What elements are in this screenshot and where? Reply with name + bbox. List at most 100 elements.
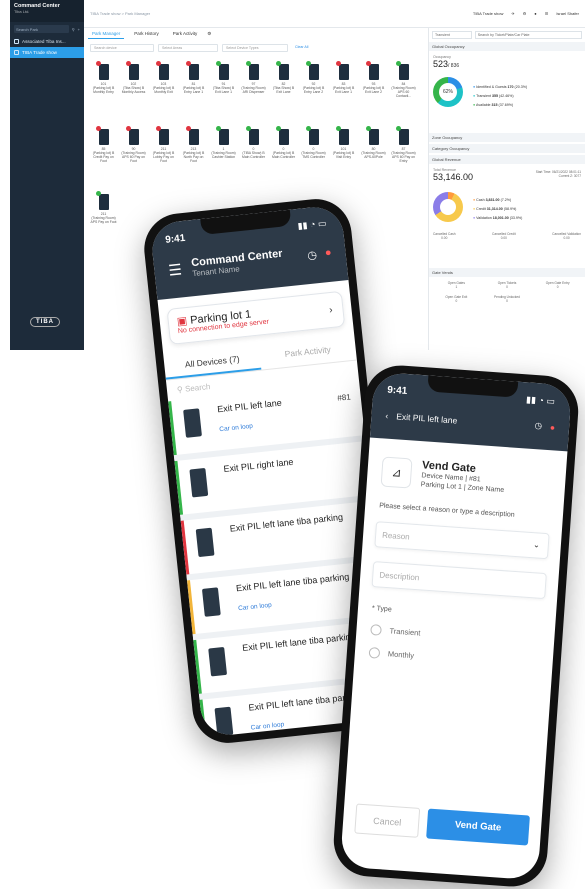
parking-lot-card[interactable]: ▣ Parking lot 1 No connection to edge se… xyxy=(166,290,346,345)
device-name: (Parking lot) B North Pay on Foot xyxy=(182,151,205,163)
panel-filters: Transient Search by Ticket/Plate/Car Pla… xyxy=(432,31,582,39)
device-tile[interactable]: 0 (TIBA Show) B Main Controller xyxy=(240,126,267,184)
device-icon xyxy=(305,61,319,80)
device-tile[interactable]: 83 (Parking lot) B Exit Lane 1 xyxy=(330,61,357,119)
device-tile[interactable]: 0 (Training Room) TMS Controller xyxy=(300,126,327,184)
tab-park-manager[interactable]: Park Manager xyxy=(88,29,125,39)
clear-all-link[interactable]: Clear All xyxy=(292,44,322,52)
device-icon xyxy=(95,191,109,210)
search-device-input[interactable]: Search device xyxy=(90,44,154,52)
legend-label: Credit xyxy=(476,207,486,211)
device-name: (TIBA Show) B Main Controller xyxy=(242,151,265,159)
legend-item: ● Credit 31,314.00 (58.9%) xyxy=(473,205,522,214)
device-icon xyxy=(275,126,289,145)
device-tile[interactable]: 213 (Parking lot) B North Pay on Foot xyxy=(180,126,207,184)
device-icon xyxy=(125,61,139,80)
device-name: (Tiba Show) B Exit Lane 1 xyxy=(212,86,235,94)
tiba-logo: TIBA xyxy=(30,317,60,327)
device-tile[interactable]: 90 (Training Room) APS 60 Pay on Foot xyxy=(120,126,147,184)
legend-dot: ● xyxy=(473,94,476,98)
device-icon xyxy=(395,61,409,80)
device-types-select[interactable]: Select Device Types xyxy=(222,44,288,52)
device-tile[interactable]: 85 (Parking lot) B Credit Pay on Foot xyxy=(90,126,117,184)
device-tile[interactable]: 93 (Parking lot) B Exit Lane 2 xyxy=(360,61,387,119)
device-tile[interactable]: 87 (Training Room) APS 60 Pay on Entry xyxy=(390,126,417,184)
bell-icon[interactable]: ● xyxy=(534,11,536,16)
user-name[interactable]: Israel Shafer xyxy=(556,11,579,16)
description-field[interactable]: Description xyxy=(371,561,547,600)
legend-pct: (33.9%) xyxy=(509,216,523,220)
stat-value: 1 xyxy=(455,285,458,289)
device-tile[interactable]: 84 (Training Room) APS 60 Contactl... xyxy=(390,61,417,119)
device-tile[interactable]: 101 (Parking lot) B Visit Entry xyxy=(330,126,357,184)
device-name: (Tiba Show) B Monthly Access xyxy=(121,86,146,94)
device-tile[interactable]: 0 (Parking lot) B Main Controller xyxy=(270,126,297,184)
device-name: (Parking lot) B Entry Lane 1 xyxy=(182,86,205,94)
vend-stat: Open Tickets 0 xyxy=(482,281,533,289)
main-tabs: Park Manager Park History Park Activity … xyxy=(88,28,211,40)
global-revenue-header[interactable]: Global Revenue xyxy=(429,155,585,164)
app-subtitle: Tiba Ltd. xyxy=(14,9,30,14)
gear-icon[interactable]: ⚙ xyxy=(207,31,211,37)
cancelled-stat: Cancelled Credit 0.00 xyxy=(492,232,516,240)
park-search-input[interactable]: Search Park xyxy=(14,25,69,33)
legend-label: Available xyxy=(475,103,491,107)
reason-select[interactable]: Reason ⌄ xyxy=(374,521,550,560)
device-row-name: Exit PIL left lane tiba parking xyxy=(229,511,344,534)
legend-label: Identified & Guests xyxy=(476,85,507,89)
legend-dot: ● xyxy=(473,198,476,202)
ticket-search-input[interactable]: Search by Ticket/Plate/Car Plate xyxy=(474,31,582,39)
sidebar-item-trade-show[interactable]: TIBA Trade show xyxy=(10,47,84,58)
park-search[interactable]: Search Park ⚲ + xyxy=(10,22,84,36)
device-name: (Training Room) APS Pay on Foot xyxy=(90,216,117,224)
transient-select[interactable]: Transient xyxy=(432,31,472,39)
device-tile[interactable]: 91 (Tiba Show) B Exit Lane 1 xyxy=(210,61,237,119)
cancelled-row: Cancelled Cash 0.00 Cancelled Credit 0.00 Ca… xyxy=(433,232,581,240)
legend-dot: ● xyxy=(473,207,476,211)
device-tile[interactable]: 92 (Parking lot) B Entry Lane 2 xyxy=(300,61,327,119)
gate-vends-header[interactable]: Gate Vends xyxy=(429,268,585,277)
areas-select[interactable]: Select Areas xyxy=(158,44,218,52)
sidebar-item-associated[interactable]: Associated Tiba Ins... xyxy=(10,36,84,47)
device-tile[interactable]: 97 (Training Room) ARI Dispenser xyxy=(240,61,267,119)
device-tile[interactable]: 1 (Training Room) Cashier Station xyxy=(210,126,237,184)
plus-icon[interactable]: + xyxy=(78,27,80,32)
device-tile[interactable]: 211 (Training Room) APS Pay on Foot xyxy=(90,191,117,249)
device-tile[interactable]: 102 (Tiba Show) B Monthly Access xyxy=(120,61,147,119)
device-icon xyxy=(208,646,228,677)
status-bar xyxy=(186,580,196,635)
menu-icon[interactable]: ☰ xyxy=(545,11,549,16)
clock-icon[interactable]: ◷ xyxy=(534,420,542,431)
cancel-button[interactable]: Cancel xyxy=(354,803,421,838)
menu-icon[interactable]: ☰ xyxy=(168,260,183,279)
device-tile[interactable]: 80 (Training Room) APS-60Pole xyxy=(360,126,387,184)
device-tile[interactable]: 81 (Parking lot) B Entry Lane 1 xyxy=(180,61,207,119)
status-bar xyxy=(180,520,190,575)
pin-icon[interactable]: ✈ xyxy=(511,11,514,16)
device-tile[interactable]: 82 (Tiba Show) B Exit Lane xyxy=(270,61,297,119)
settings-icon[interactable]: ⚙ xyxy=(523,11,527,16)
category-occupancy-header[interactable]: Category Occupancy xyxy=(429,144,585,153)
legend-value: 315 xyxy=(491,103,498,107)
legend-pct: (42.46%) xyxy=(498,94,514,98)
vend-gate-button[interactable]: Vend Gate xyxy=(426,808,530,846)
chevron-down-icon: ⌄ xyxy=(532,540,541,550)
radio-label: Transient xyxy=(389,626,421,638)
filter-icon[interactable]: ⚲ xyxy=(72,27,75,32)
bell-icon[interactable]: ● xyxy=(550,422,556,432)
clock-icon[interactable]: ◷ xyxy=(307,248,318,262)
bell-icon[interactable]: ● xyxy=(324,247,332,261)
back-icon[interactable]: ‹ xyxy=(385,410,389,420)
device-tile[interactable]: 211 (Parking lot) B Lobby Pay on Foot xyxy=(150,126,177,184)
global-occupancy-header[interactable]: Global Occupancy xyxy=(429,42,585,51)
device-icon xyxy=(335,126,349,145)
zone-occupancy-header[interactable]: Zone Occupancy xyxy=(429,133,585,142)
tab-park-activity[interactable]: Park Activity xyxy=(169,29,202,39)
top-bar: TIBA Trade show > Park Manager TIBA Trad… xyxy=(84,0,585,28)
tab-park-history[interactable]: Park History xyxy=(130,29,163,39)
device-icon xyxy=(189,467,209,498)
device-tile[interactable]: 103 (Parking lot) B Monthly Exit xyxy=(150,61,177,119)
sidebar: Command Center Tiba Ltd. Search Park ⚲ +… xyxy=(10,0,84,350)
filter-bar: Search device Select Areas Select Device… xyxy=(90,44,420,52)
device-tile[interactable]: 101 (Parking lot) B Monthly Entry xyxy=(90,61,117,119)
